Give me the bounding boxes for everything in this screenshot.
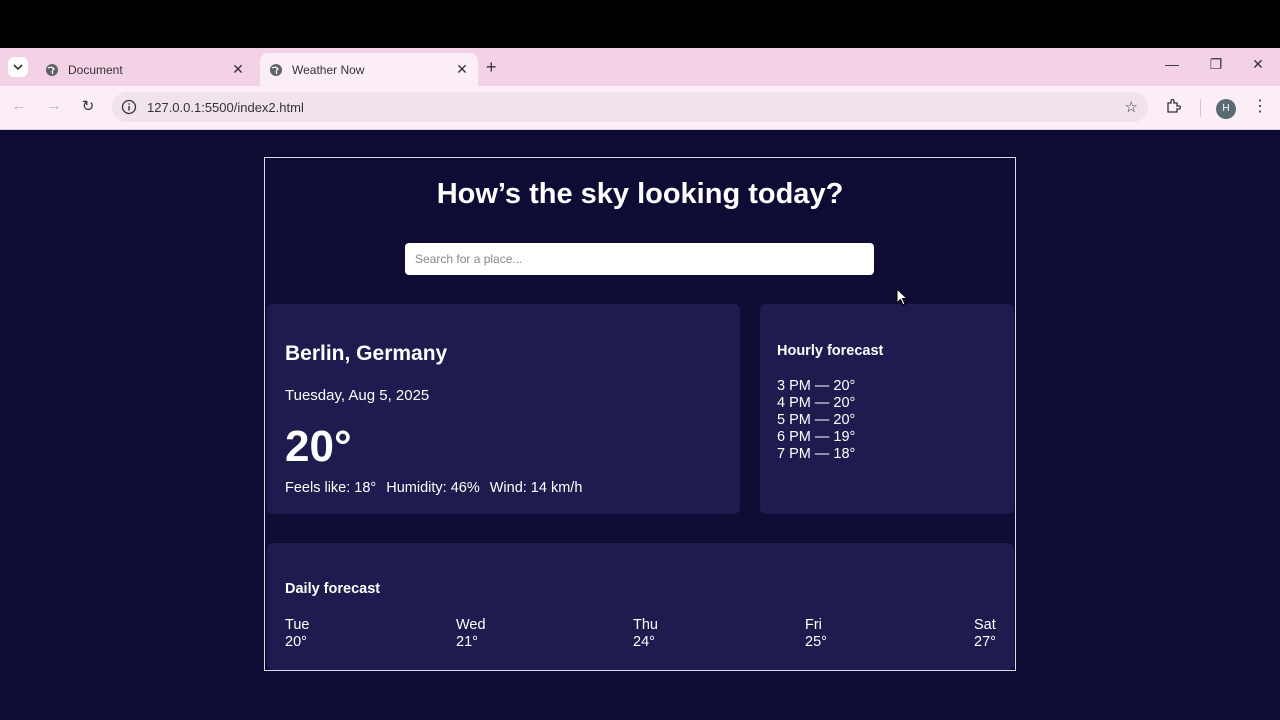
- profile-avatar[interactable]: H: [1216, 99, 1236, 119]
- forward-icon[interactable]: →: [43, 97, 65, 114]
- restore-icon[interactable]: ❐: [1196, 56, 1236, 73]
- daily-item: Sat 27°: [974, 617, 996, 651]
- extensions-icon[interactable]: [1165, 98, 1182, 118]
- hourly-list: 3 PM — 20° 4 PM — 20° 5 PM — 20° 6 PM — …: [777, 378, 855, 463]
- feels-like: Feels like: 18°: [285, 480, 377, 496]
- daily-forecast-card: Daily forecast Tue 20° Wed 21° Thu 24° F…: [267, 543, 1014, 670]
- daily-forecast-title: Daily forecast: [285, 581, 381, 597]
- url-text[interactable]: 127.0.0.1:5500/index2.html: [147, 100, 304, 115]
- search-input[interactable]: [405, 243, 874, 275]
- close-tab-icon[interactable]: ✕: [228, 61, 248, 78]
- weather-app-container: How’s the sky looking today? Berlin, Ger…: [264, 157, 1016, 671]
- daily-item: Wed 21°: [456, 617, 486, 651]
- page-title: How’s the sky looking today?: [436, 178, 844, 210]
- daily-item: Tue 20°: [285, 617, 309, 651]
- hourly-forecast-card: Hourly forecast 3 PM — 20° 4 PM — 20° 5 …: [760, 304, 1014, 514]
- hourly-item: 6 PM — 19°: [777, 429, 856, 445]
- tab-title: Document: [68, 62, 123, 77]
- hourly-item: 3 PM — 20°: [777, 378, 856, 394]
- reload-icon[interactable]: ↻: [77, 97, 99, 115]
- hourly-item: 4 PM — 20°: [777, 395, 856, 411]
- day-name: Wed: [456, 617, 486, 633]
- hourly-item: 7 PM — 18°: [777, 446, 856, 462]
- daily-item: Fri 25°: [805, 617, 827, 651]
- site-info-icon[interactable]: [121, 99, 137, 115]
- browser-tabstrip: Document ✕ Weather Now ✕ + — ❐ ✕: [0, 48, 1280, 86]
- current-temperature: 20°: [285, 422, 352, 471]
- minimize-icon[interactable]: —: [1152, 56, 1192, 72]
- toolbar-divider: [1200, 99, 1201, 117]
- day-name: Sat: [974, 617, 996, 633]
- close-tab-icon[interactable]: ✕: [452, 61, 472, 78]
- new-tab-icon[interactable]: +: [486, 57, 497, 78]
- address-bar[interactable]: 127.0.0.1:5500/index2.html ☆: [112, 92, 1148, 122]
- day-temp: 21°: [456, 634, 478, 650]
- tab-weather-now[interactable]: Weather Now ✕: [260, 53, 478, 86]
- screen-top-bezel: [0, 0, 1280, 48]
- day-name: Fri: [805, 617, 822, 633]
- tab-search-button[interactable]: [8, 57, 28, 77]
- page-viewport: How’s the sky looking today? Berlin, Ger…: [0, 130, 1280, 720]
- day-temp: 25°: [805, 634, 827, 650]
- day-name: Thu: [633, 617, 658, 633]
- hourly-forecast-title: Hourly forecast: [777, 343, 884, 359]
- weather-stats: Feels like: 18° Humidity: 46% Wind: 14 k…: [285, 480, 582, 496]
- day-temp: 27°: [974, 634, 996, 650]
- bookmark-star-icon[interactable]: ☆: [1125, 98, 1138, 116]
- humidity: Humidity: 46%: [386, 480, 480, 496]
- mouse-cursor-icon: [896, 288, 908, 306]
- day-name: Tue: [285, 617, 310, 633]
- tab-document[interactable]: Document ✕: [36, 53, 254, 86]
- tab-title: Weather Now: [292, 62, 365, 77]
- close-window-icon[interactable]: ✕: [1238, 56, 1278, 73]
- wind: Wind: 14 km/h: [489, 480, 583, 496]
- day-temp: 20°: [285, 634, 307, 650]
- globe-icon: [270, 63, 282, 76]
- browser-toolbar: ← → ↻ 127.0.0.1:5500/index2.html ☆ H ⋮: [0, 86, 1280, 130]
- location-name: Berlin, Germany: [285, 342, 448, 365]
- globe-icon: [46, 63, 58, 76]
- daily-item: Thu 24°: [633, 617, 658, 651]
- hourly-item: 5 PM — 20°: [777, 412, 856, 428]
- day-temp: 24°: [633, 634, 655, 650]
- browser-menu-icon[interactable]: ⋮: [1252, 96, 1268, 116]
- back-icon[interactable]: ←: [8, 97, 30, 114]
- current-weather-card: Berlin, Germany Tuesday, Aug 5, 2025 20°…: [267, 304, 740, 514]
- chevron-down-icon: [13, 64, 23, 71]
- puzzle-icon: [1167, 98, 1182, 113]
- current-date: Tuesday, Aug 5, 2025: [285, 387, 430, 404]
